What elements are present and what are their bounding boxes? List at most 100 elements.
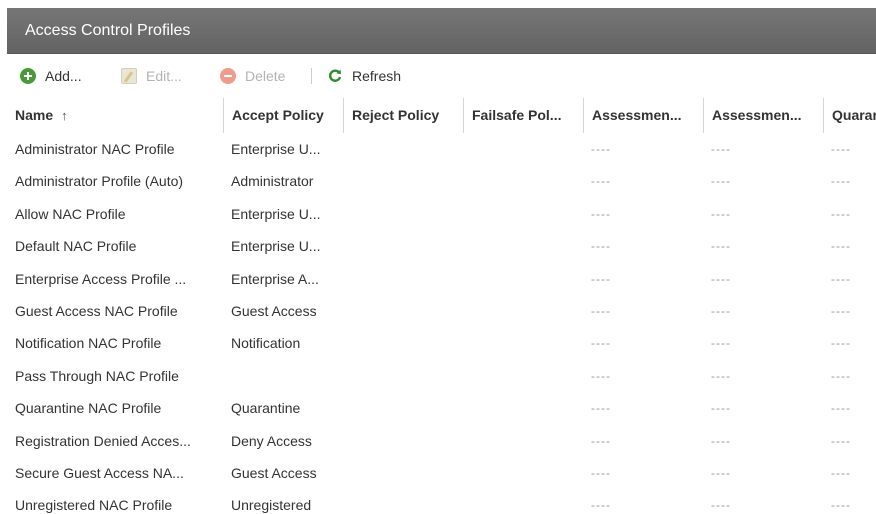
- table-row[interactable]: Registration Denied Acces... Deny Access -…: [7, 425, 876, 457]
- cell-quarantine: ----: [831, 142, 851, 156]
- table-row[interactable]: Enterprise Access Profile ... Enterprise …: [7, 263, 876, 295]
- table-row[interactable]: Administrator Profile (Auto) Administrato…: [7, 165, 876, 197]
- cell-assessment-1: ----: [591, 368, 611, 383]
- cell-failsafe-policy: [463, 230, 583, 262]
- column-header-accept-policy[interactable]: Accept Policy: [223, 98, 343, 133]
- profiles-table: Name ↑ Accept Policy Reject Policy Failsa…: [7, 98, 876, 514]
- cell-reject-policy: [343, 425, 463, 457]
- table-row[interactable]: Pass Through NAC Profile ---- ---- ----: [7, 360, 876, 392]
- edit-button[interactable]: Edit...: [121, 66, 182, 86]
- column-header-reject-policy[interactable]: Reject Policy: [343, 98, 463, 133]
- cell-assessment-2: ----: [711, 174, 731, 189]
- cell-quarantine: ----: [831, 465, 851, 480]
- cell-assessment-2: ----: [711, 433, 731, 448]
- cell-name: Notification NAC Profile: [15, 335, 162, 352]
- delete-button[interactable]: Delete: [220, 66, 285, 86]
- table-row[interactable]: Administrator NAC Profile Enterprise U...…: [7, 133, 876, 165]
- cell-reject-policy: [343, 360, 463, 392]
- cell-reject-policy: [343, 133, 463, 165]
- cell-reject-policy: [343, 327, 463, 359]
- cell-reject-policy: [343, 165, 463, 197]
- cell-accept-policy: Enterprise U...: [231, 205, 321, 222]
- table-header: Name ↑ Accept Policy Reject Policy Failsa…: [7, 98, 876, 133]
- cell-reject-policy: [343, 198, 463, 230]
- cell-assessment-1: ----: [591, 271, 611, 286]
- cell-name: Pass Through NAC Profile: [15, 367, 179, 384]
- table-row[interactable]: Guest Access NAC Profile Guest Access ----…: [7, 295, 876, 327]
- table-body: Administrator NAC Profile Enterprise U...…: [7, 133, 876, 514]
- cell-failsafe-policy: [463, 165, 583, 197]
- delete-button-label: Delete: [245, 68, 286, 84]
- cell-name: Unregistered NAC Profile: [15, 497, 173, 514]
- cell-assessment-2: ----: [711, 271, 731, 286]
- cell-reject-policy: [343, 392, 463, 424]
- cell-reject-policy: [343, 489, 463, 514]
- table-row[interactable]: Secure Guest Access NA... Guest Access ---…: [7, 457, 876, 489]
- cell-reject-policy: [343, 295, 463, 327]
- cell-assessment-1: ----: [591, 206, 611, 221]
- cell-accept-policy: Enterprise U...: [231, 141, 321, 157]
- cell-failsafe-policy: [463, 263, 583, 295]
- table-row[interactable]: Notification NAC Profile Notification ----…: [7, 327, 876, 359]
- cell-failsafe-policy: [463, 457, 583, 489]
- add-button-label: Add...: [45, 68, 82, 84]
- cell-name: Secure Guest Access NA...: [15, 464, 184, 481]
- cell-failsafe-policy: [463, 198, 583, 230]
- cell-quarantine: ----: [831, 336, 851, 351]
- cell-assessment-2: ----: [711, 303, 731, 318]
- sort-ascending-icon: ↑: [61, 108, 68, 123]
- cell-reject-policy: [343, 457, 463, 489]
- cell-name: Quarantine NAC Profile: [15, 400, 162, 417]
- edit-icon: [121, 68, 137, 84]
- cell-assessment-1: ----: [591, 336, 611, 351]
- cell-assessment-2: ----: [711, 368, 731, 383]
- table-row[interactable]: Allow NAC Profile Enterprise U... ---- ----…: [7, 198, 876, 230]
- table-row[interactable]: Quarantine NAC Profile Quarantine ---- ----…: [7, 392, 876, 424]
- cell-accept-policy: Unregistered: [231, 497, 312, 514]
- cell-assessment-2: ----: [711, 206, 731, 221]
- cell-assessment-2: ----: [711, 239, 731, 254]
- cell-accept-policy: Enterprise U...: [231, 238, 321, 255]
- cell-name: Default NAC Profile: [15, 238, 137, 255]
- cell-quarantine: ----: [831, 239, 851, 254]
- cell-accept-policy: Guest Access: [231, 302, 317, 319]
- cell-assessment-1: ----: [591, 174, 611, 189]
- cell-assessment-2: ----: [711, 142, 731, 156]
- cell-name: Registration Denied Acces...: [15, 432, 191, 449]
- cell-name: Administrator Profile (Auto): [15, 173, 184, 190]
- cell-failsafe-policy: [463, 133, 583, 165]
- column-header-quarantine[interactable]: Quarar: [823, 98, 876, 133]
- cell-assessment-1: ----: [591, 239, 611, 254]
- panel-titlebar: Access Control Profiles: [7, 8, 876, 54]
- cell-assessment-1: ----: [591, 465, 611, 480]
- column-header-name[interactable]: Name ↑: [7, 98, 223, 133]
- column-header-failsafe-policy[interactable]: Failsafe Pol...: [463, 98, 583, 133]
- cell-name: Guest Access NAC Profile: [15, 302, 178, 319]
- cell-accept-policy: Notification: [231, 335, 301, 352]
- cell-failsafe-policy: [463, 489, 583, 514]
- cell-assessment-1: ----: [591, 498, 611, 513]
- cell-accept-policy: [223, 360, 343, 392]
- refresh-button-label: Refresh: [352, 68, 402, 84]
- add-icon: [20, 68, 36, 84]
- table-row[interactable]: Unregistered NAC Profile Unregistered ----…: [7, 489, 876, 514]
- table-row[interactable]: Default NAC Profile Enterprise U... ---- --…: [7, 230, 876, 262]
- cell-assessment-2: ----: [711, 465, 731, 480]
- cell-assessment-1: ----: [591, 303, 611, 318]
- add-button[interactable]: Add...: [20, 66, 82, 86]
- cell-quarantine: ----: [831, 368, 851, 383]
- cell-failsafe-policy: [463, 360, 583, 392]
- column-header-assessment-2[interactable]: Assessmen...: [703, 98, 823, 133]
- cell-accept-policy: Guest Access: [231, 464, 317, 481]
- cell-name: Enterprise Access Profile ...: [15, 270, 187, 287]
- delete-icon: [220, 68, 236, 84]
- column-header-assessment-1[interactable]: Assessmen...: [583, 98, 703, 133]
- cell-quarantine: ----: [831, 303, 851, 318]
- refresh-button[interactable]: Refresh: [327, 66, 401, 86]
- cell-name: Administrator NAC Profile: [15, 141, 175, 157]
- cell-quarantine: ----: [831, 433, 851, 448]
- cell-failsafe-policy: [463, 392, 583, 424]
- panel-title: Access Control Profiles: [25, 22, 191, 39]
- cell-quarantine: ----: [831, 498, 851, 513]
- cell-assessment-2: ----: [711, 401, 731, 416]
